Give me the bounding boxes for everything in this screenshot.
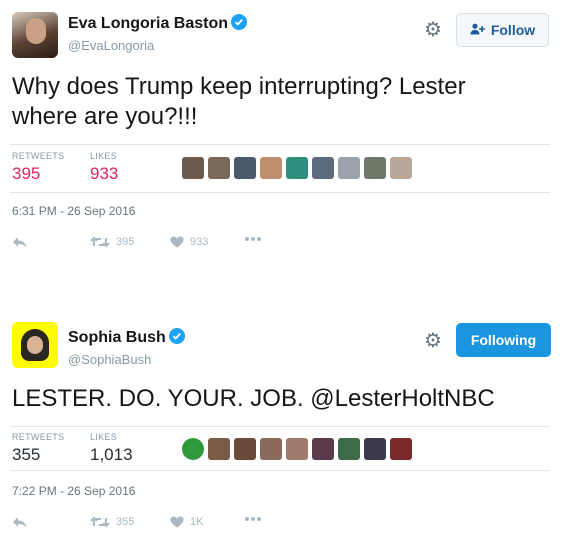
like-button[interactable]: 933 — [170, 236, 208, 248]
likes-label: LIKES — [90, 432, 118, 442]
tweet-text: Why does Trump keep interrupting? Lester… — [12, 73, 466, 130]
liker-avatar[interactable] — [312, 157, 334, 179]
gear-icon[interactable]: ⚙ — [424, 331, 442, 351]
liker-avatar[interactable] — [364, 438, 386, 460]
liker-avatar[interactable] — [234, 157, 256, 179]
verified-icon — [231, 14, 248, 35]
add-user-icon — [470, 22, 486, 38]
divider — [10, 192, 550, 193]
liker-avatar[interactable] — [260, 438, 282, 460]
heart-icon — [170, 516, 184, 528]
display-name[interactable]: Sophia Bush — [68, 328, 185, 349]
liker-avatar[interactable] — [260, 157, 282, 179]
retweet-icon — [90, 236, 110, 248]
liker-avatar[interactable] — [364, 157, 386, 179]
retweet-button[interactable]: 355 — [90, 516, 134, 528]
liker-avatar[interactable] — [208, 157, 230, 179]
reply-icon — [12, 236, 28, 248]
liker-avatar[interactable] — [286, 157, 308, 179]
likes-count[interactable]: 933 — [90, 164, 118, 184]
likes-label: LIKES — [90, 151, 118, 161]
retweet-icon — [90, 516, 110, 528]
reply-button[interactable] — [12, 236, 28, 248]
user-handle[interactable]: @SophiaBush — [68, 352, 151, 367]
divider — [10, 470, 550, 471]
verified-icon — [168, 328, 185, 349]
retweet-count: 355 — [116, 516, 135, 528]
more-button[interactable] — [244, 516, 262, 522]
retweets-label: RETWEETS — [12, 432, 65, 442]
divider — [10, 426, 550, 427]
retweet-count: 395 — [116, 236, 135, 248]
more-icon — [244, 236, 262, 242]
liker-avatar[interactable] — [182, 157, 204, 179]
reply-icon — [12, 516, 28, 528]
liker-avatar[interactable] — [338, 157, 360, 179]
like-count: 933 — [190, 236, 209, 248]
more-button[interactable] — [244, 236, 262, 242]
tweet-card-2: Sophia Bush @SophiaBush ⚙ Following LEST… — [0, 310, 588, 554]
liker-avatar[interactable] — [286, 438, 308, 460]
more-icon — [244, 516, 262, 522]
avatar[interactable] — [12, 322, 58, 368]
tweet-timestamp[interactable]: 7:22 PM - 26 Sep 2016 — [12, 484, 135, 498]
liker-avatar[interactable] — [234, 438, 256, 460]
like-button[interactable]: 1K — [170, 516, 203, 528]
gear-icon[interactable]: ⚙ — [424, 20, 442, 40]
reply-button[interactable] — [12, 516, 28, 528]
avatar[interactable] — [12, 12, 58, 58]
likes-count[interactable]: 1,013 — [90, 445, 133, 465]
user-handle[interactable]: @EvaLongoria — [68, 38, 154, 53]
retweets-count[interactable]: 395 — [12, 164, 40, 184]
liker-avatar[interactable] — [312, 438, 334, 460]
heart-icon — [170, 236, 184, 248]
tweet-card-1: Eva Longoria Baston @EvaLongoria ⚙ Follo… — [0, 0, 588, 270]
liker-avatars — [182, 157, 412, 179]
liker-avatar[interactable] — [338, 438, 360, 460]
liker-avatar[interactable] — [208, 438, 230, 460]
liker-avatar[interactable] — [390, 157, 412, 179]
tweet-timestamp[interactable]: 6:31 PM - 26 Sep 2016 — [12, 204, 135, 218]
tweet-text: LESTER. DO. YOUR. JOB. @LesterHoltNBC — [12, 385, 495, 412]
follow-button[interactable]: Follow — [456, 13, 549, 47]
retweet-button[interactable]: 395 — [90, 236, 134, 248]
retweets-count[interactable]: 355 — [12, 445, 40, 465]
liker-avatar[interactable] — [182, 438, 204, 460]
divider — [10, 144, 550, 145]
following-button[interactable]: Following — [456, 323, 551, 357]
like-count: 1K — [190, 516, 204, 528]
retweets-label: RETWEETS — [12, 151, 65, 161]
liker-avatars — [182, 438, 412, 460]
liker-avatar[interactable] — [390, 438, 412, 460]
display-name[interactable]: Eva Longoria Baston — [68, 14, 248, 35]
